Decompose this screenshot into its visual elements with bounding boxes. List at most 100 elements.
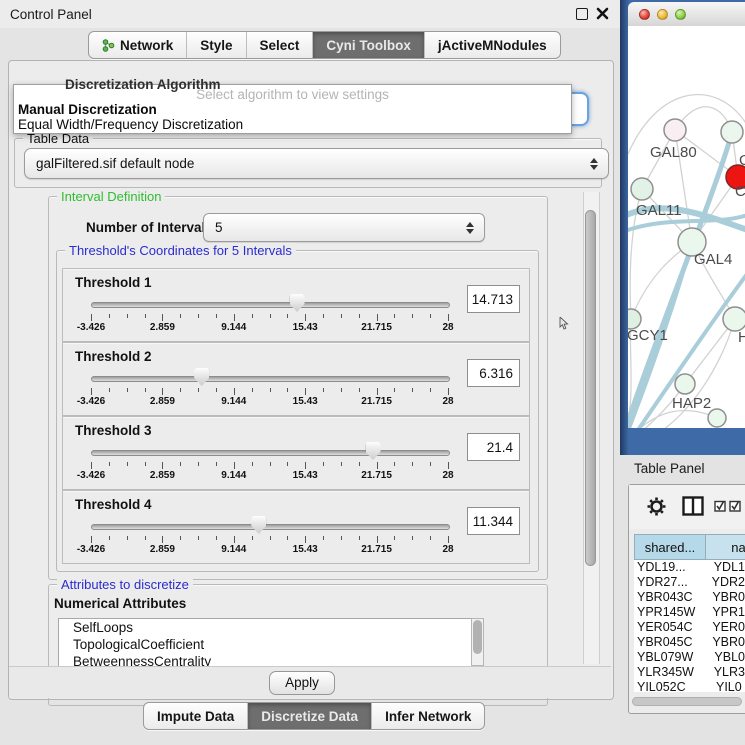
table-row[interactable]: YBL079WYBL0 (634, 650, 745, 665)
minor-tick (127, 388, 128, 392)
threshold-value-field[interactable]: 21.4 (467, 433, 520, 461)
tab-network[interactable]: Network (89, 32, 187, 58)
cell-name[interactable]: YIL0 (708, 680, 742, 692)
minimize-traffic-light-icon[interactable] (657, 9, 668, 20)
tab-discretize-data[interactable]: Discretize Data (248, 703, 372, 729)
attribute-list-item-selfloops[interactable]: SelfLoops (59, 619, 471, 636)
major-tick (91, 388, 92, 395)
threshold-value-field[interactable]: 14.713 (467, 285, 520, 313)
tick-label: 9.144 (221, 396, 246, 407)
cell-name[interactable]: YER0 (704, 620, 745, 635)
table-row[interactable]: YBR043CYBR0 (634, 590, 745, 605)
minor-tick (430, 314, 431, 318)
threshold-box-2: Threshold 2-3.4262.8599.14415.4321.71528… (62, 342, 530, 416)
cell-shared-name[interactable]: YPR145W (634, 605, 704, 620)
network-node[interactable] (675, 374, 695, 394)
attribute-list-item-topologicalcoefficient[interactable]: TopologicalCoefficient (59, 636, 471, 653)
cell-shared-name[interactable]: YLR345W (634, 665, 706, 680)
minor-tick (287, 388, 288, 392)
cell-shared-name[interactable]: YBR043C (634, 590, 704, 605)
network-node[interactable] (721, 121, 743, 143)
minor-tick (109, 314, 110, 318)
threshold-value-field[interactable]: 11.344 (467, 507, 520, 535)
zoom-traffic-light-icon[interactable] (675, 9, 686, 20)
checkbox-checked-icon[interactable] (729, 500, 742, 512)
numerical-attributes-list[interactable]: SelfLoopsTopologicalCoefficientBetweenne… (58, 618, 472, 668)
slider-thumb[interactable] (366, 442, 381, 460)
slider-track[interactable] (91, 524, 450, 530)
minor-tick (252, 536, 253, 540)
network-node[interactable] (664, 119, 686, 141)
tab-label: Select (260, 38, 300, 53)
major-tick (91, 536, 92, 543)
cell-shared-name[interactable]: YBL079W (634, 650, 706, 665)
tab-jactivemnodules[interactable]: jActiveMNodules (425, 32, 560, 58)
tab-impute-data[interactable]: Impute Data (144, 703, 248, 729)
threshold-value-field[interactable]: 6.316 (467, 359, 520, 387)
major-tick (377, 462, 378, 469)
minor-tick (287, 462, 288, 466)
cell-name[interactable]: YBL0 (706, 650, 745, 665)
table-row[interactable]: YPR145WYPR1 (634, 605, 745, 620)
cell-name[interactable]: YLR3 (706, 665, 745, 680)
column-header-shared-name[interactable]: shared... (634, 534, 706, 560)
checkbox-checked-icon[interactable] (714, 500, 727, 512)
major-tick (234, 536, 235, 543)
tab-select[interactable]: Select (247, 32, 314, 58)
slider-track[interactable] (91, 376, 450, 382)
cell-shared-name[interactable]: YDL19... (634, 560, 706, 575)
cell-name[interactable]: YDR2 (704, 575, 745, 590)
minor-tick (216, 314, 217, 318)
gear-icon[interactable] (646, 496, 667, 517)
cell-shared-name[interactable]: YER054C (634, 620, 704, 635)
table-horizontal-scrollbar[interactable] (632, 697, 742, 706)
table-row[interactable]: YLR345WYLR3 (634, 665, 745, 680)
cell-shared-name[interactable]: YBR045C (634, 635, 704, 650)
slider-thumb[interactable] (290, 294, 305, 312)
tab-style[interactable]: Style (187, 32, 246, 58)
tab-infer-network[interactable]: Infer Network (372, 703, 484, 729)
table-row[interactable]: YIL052CYIL0 (634, 680, 745, 692)
table-row[interactable]: YDL19...YDL1 (634, 560, 745, 575)
interval-definition-group-label: Interval Definition (57, 189, 165, 204)
float-window-icon[interactable] (576, 8, 588, 20)
minor-tick (180, 314, 181, 318)
network-window-titlebar[interactable] (628, 2, 745, 27)
table-row[interactable]: YDR27...YDR2 (634, 575, 745, 590)
cell-shared-name[interactable]: YIL052C (634, 680, 708, 692)
major-tick (162, 314, 163, 321)
cell-name[interactable]: YPR1 (704, 605, 745, 620)
cell-shared-name[interactable]: YDR27... (634, 575, 704, 590)
minor-tick (394, 388, 395, 392)
tab-cyni-toolbox[interactable]: Cyni Toolbox (313, 32, 425, 58)
columns-icon[interactable] (682, 496, 704, 516)
close-traffic-light-icon[interactable] (639, 9, 650, 20)
network-node[interactable] (723, 307, 745, 331)
panel-scrollbar-thumb[interactable] (585, 210, 596, 566)
network-node[interactable] (628, 309, 641, 329)
dropdown-option-manual-discretization[interactable]: Manual Discretization (14, 102, 571, 117)
minor-tick (430, 536, 431, 540)
tick-label: 21.715 (361, 544, 392, 555)
apply-button[interactable]: Apply (269, 671, 335, 695)
slider-thumb[interactable] (194, 368, 209, 386)
table-row[interactable]: YBR045CYBR0 (634, 635, 745, 650)
table-panel-title: Table Panel (634, 461, 705, 476)
table-data-combobox[interactable]: galFiltered.sif default node (24, 148, 609, 179)
attributes-scrollbar-thumb[interactable] (473, 620, 482, 654)
node-label: C (735, 183, 745, 200)
network-node[interactable] (631, 178, 653, 200)
slider-track[interactable] (91, 450, 450, 456)
network-view-canvas[interactable]: GAL80 G GAL11 C GAL4 GCY1 H HAP2 (628, 26, 745, 428)
cell-name[interactable]: YBR0 (704, 590, 745, 605)
column-header-name[interactable]: name (706, 534, 745, 560)
slider-thumb[interactable] (251, 516, 266, 534)
number-of-intervals-combobox[interactable]: 5 (203, 213, 485, 242)
close-icon[interactable] (596, 7, 609, 20)
table-row[interactable]: YER054CYER0 (634, 620, 745, 635)
dropdown-option-equal-width-frequency-discretization[interactable]: Equal Width/Frequency Discretization (14, 117, 571, 132)
tick-label: -3.426 (77, 396, 105, 407)
cell-name[interactable]: YDL1 (706, 560, 745, 575)
slider-track[interactable] (91, 302, 450, 308)
cell-name[interactable]: YBR0 (704, 635, 745, 650)
